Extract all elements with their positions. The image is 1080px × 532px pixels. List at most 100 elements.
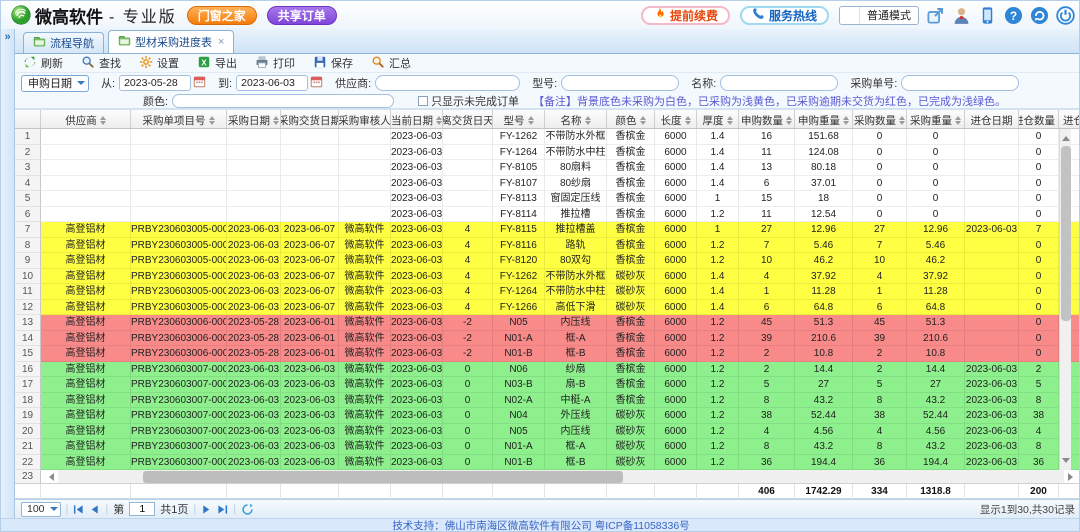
- tab-0[interactable]: 流程导航: [23, 32, 104, 53]
- share-order-button[interactable]: 共享订单: [267, 6, 337, 25]
- grid-cell-pur_qty: 2: [853, 346, 907, 362]
- table-row[interactable]: 8高登铝材PRBY230603005-00022023-06-032023-06…: [15, 238, 1080, 254]
- grid-cell-delivery_date: 2023-06-07: [281, 222, 339, 238]
- scroll-up-icon[interactable]: [1062, 132, 1070, 141]
- column-header-name[interactable]: 名称: [545, 110, 607, 129]
- tab-1[interactable]: 型材采购进度表×: [108, 30, 234, 53]
- external-link-icon[interactable]: [926, 6, 945, 25]
- table-row[interactable]: 12高登铝材PRBY230603005-00062023-06-032023-0…: [15, 300, 1080, 316]
- scroll-right-icon[interactable]: [1068, 473, 1077, 481]
- table-row[interactable]: 18高登铝材PRBY230603007-00032023-06-032023-0…: [15, 393, 1080, 409]
- page-size-select[interactable]: 100: [21, 502, 61, 517]
- grid-cell-pur_qty: 39: [853, 331, 907, 347]
- date-field-select[interactable]: 申购日期: [21, 75, 89, 92]
- vertical-scrollbar-thumb[interactable]: [1061, 146, 1071, 321]
- supplier-input[interactable]: [375, 75, 520, 91]
- table-row[interactable]: 22高登铝材PRBY230603007-00072023-06-032023-0…: [15, 455, 1080, 471]
- grid-cell-pur_qty: 4: [853, 269, 907, 285]
- table-row[interactable]: 62023-06-03FY-8114推拉槽香槟金60001.21112.5400…: [15, 207, 1080, 223]
- reload-grid-icon[interactable]: [241, 503, 254, 516]
- column-header-current_date[interactable]: 当前日期: [391, 110, 443, 129]
- reload-icon[interactable]: [1030, 6, 1049, 25]
- scroll-down-icon[interactable]: [1062, 458, 1070, 467]
- close-icon[interactable]: ×: [218, 36, 224, 48]
- grid-cell-length: 6000: [655, 160, 697, 176]
- table-row[interactable]: 14高登铝材PRBY230603006-00022023-05-282023-0…: [15, 331, 1080, 347]
- first-page-button[interactable]: [73, 504, 84, 515]
- grid-cell-name: 内压线: [545, 315, 607, 331]
- expand-panel-icon[interactable]: »: [1, 31, 14, 43]
- table-row[interactable]: 22023-06-03FY-1264不带防水中柱香槟金60001.411124.…: [15, 145, 1080, 161]
- horizontal-scrollbar-thumb[interactable]: [143, 471, 623, 483]
- hotline-button[interactable]: 服务热线: [740, 6, 829, 25]
- table-row[interactable]: 7高登铝材PRBY230603005-00012023-06-032023-06…: [15, 222, 1080, 238]
- scroll-left-icon[interactable]: [45, 473, 54, 481]
- po-input[interactable]: [901, 75, 1019, 91]
- grid-body: 12023-06-03FY-1262不带防水外框香槟金60001.416151.…: [15, 129, 1080, 470]
- last-page-button[interactable]: [217, 504, 228, 515]
- table-row[interactable]: 42023-06-03FY-810780纱扇香槟金60001.4637.0100…: [15, 176, 1080, 192]
- 导出-button[interactable]: X导出: [197, 55, 237, 72]
- column-header-req_weight[interactable]: 申购重量: [795, 110, 853, 129]
- column-header-supplier[interactable]: 供应商: [41, 110, 131, 129]
- renew-button[interactable]: 提前续费: [641, 6, 730, 25]
- mode-select[interactable]: 普通模式: [839, 6, 919, 25]
- grid-cell-current_date: 2023-06-03: [391, 238, 443, 254]
- 查找-button[interactable]: 查找: [81, 55, 121, 72]
- column-header-req_qty[interactable]: 申购数量: [739, 110, 795, 129]
- power-icon[interactable]: [1056, 6, 1075, 25]
- column-header-color[interactable]: 颜色: [607, 110, 655, 129]
- grid-cell-pur_qty: 4: [853, 424, 907, 440]
- prev-page-button[interactable]: [89, 504, 100, 515]
- column-header-in_qty[interactable]: 进仓数量: [1019, 110, 1059, 129]
- grid-cell-order_no: PRBY230603006-0003: [131, 346, 227, 362]
- 设置-button[interactable]: 设置: [139, 55, 179, 72]
- table-row[interactable]: 15高登铝材PRBY230603006-00032023-05-282023-0…: [15, 346, 1080, 362]
- only-unfinished-checkbox[interactable]: [418, 96, 428, 106]
- help-icon[interactable]: ?: [1004, 6, 1023, 25]
- user-icon[interactable]: [952, 6, 971, 25]
- table-row[interactable]: 10高登铝材PRBY230603005-00042023-06-032023-0…: [15, 269, 1080, 285]
- table-row[interactable]: 32023-06-03FY-810580扇料香槟金60001.41380.180…: [15, 160, 1080, 176]
- column-header-length[interactable]: 长度: [655, 110, 697, 129]
- color-input[interactable]: [172, 94, 394, 108]
- table-row[interactable]: 17高登铝材PRBY230603007-00022023-06-032023-0…: [15, 377, 1080, 393]
- column-header-in_weight[interactable]: 进仓重量: [1059, 110, 1080, 129]
- column-header-pur_weight[interactable]: 采购重量: [907, 110, 965, 129]
- table-row[interactable]: 16高登铝材PRBY230603007-00012023-06-032023-0…: [15, 362, 1080, 378]
- column-header-model[interactable]: 型号: [493, 110, 545, 129]
- name-input[interactable]: [720, 75, 838, 91]
- grid-cell-color: 碳砂灰: [607, 424, 655, 440]
- vertical-scrollbar[interactable]: [1059, 129, 1071, 470]
- calendar-icon[interactable]: [193, 75, 206, 91]
- grid-cell-req_weight: 14.4: [795, 362, 853, 378]
- 打印-button[interactable]: 打印: [255, 55, 295, 72]
- west-collapsed-panel[interactable]: »: [1, 29, 15, 518]
- next-page-button[interactable]: [201, 504, 212, 515]
- table-row[interactable]: 20高登铝材PRBY230603007-00052023-06-032023-0…: [15, 424, 1080, 440]
- table-row[interactable]: 9高登铝材PRBY230603005-00032023-06-032023-06…: [15, 253, 1080, 269]
- table-row[interactable]: 11高登铝材PRBY230603005-00052023-06-032023-0…: [15, 284, 1080, 300]
- grid-cell-supplier: [41, 145, 131, 161]
- column-header-pur_qty[interactable]: 采购数量: [853, 110, 907, 129]
- table-row[interactable]: 13高登铝材PRBY230603006-00012023-05-282023-0…: [15, 315, 1080, 331]
- table-row[interactable]: 12023-06-03FY-1262不带防水外框香槟金60001.416151.…: [15, 129, 1080, 145]
- table-row[interactable]: 21高登铝材PRBY230603007-00062023-06-032023-0…: [15, 439, 1080, 455]
- table-row[interactable]: 52023-06-03FY-8113窗固定压线香槟金600011518000: [15, 191, 1080, 207]
- from-date-input[interactable]: [119, 75, 191, 91]
- table-row[interactable]: 19高登铝材PRBY230603007-00042023-06-032023-0…: [15, 408, 1080, 424]
- 保存-button[interactable]: 保存: [313, 55, 353, 72]
- horizontal-scrollbar-track[interactable]: [58, 470, 1064, 483]
- door-home-button[interactable]: 门窗之家: [187, 6, 257, 25]
- page-number-input[interactable]: [129, 502, 155, 516]
- pagination-bar: 100 | | 第 共1页 | | 显示1到30,共30记录: [15, 499, 1080, 518]
- model-input[interactable]: [561, 75, 679, 91]
- column-header-purchase_date[interactable]: 采购日期: [227, 110, 281, 129]
- to-date-input[interactable]: [236, 75, 308, 91]
- column-header-thickness[interactable]: 厚度: [697, 110, 739, 129]
- 汇总-button[interactable]: 汇总: [371, 55, 411, 72]
- calendar-icon[interactable]: [310, 75, 323, 91]
- column-header-order_no[interactable]: 采购单项目号: [131, 110, 227, 129]
- mobile-icon[interactable]: [978, 6, 997, 25]
- 刷新-button[interactable]: 刷新: [23, 55, 63, 72]
